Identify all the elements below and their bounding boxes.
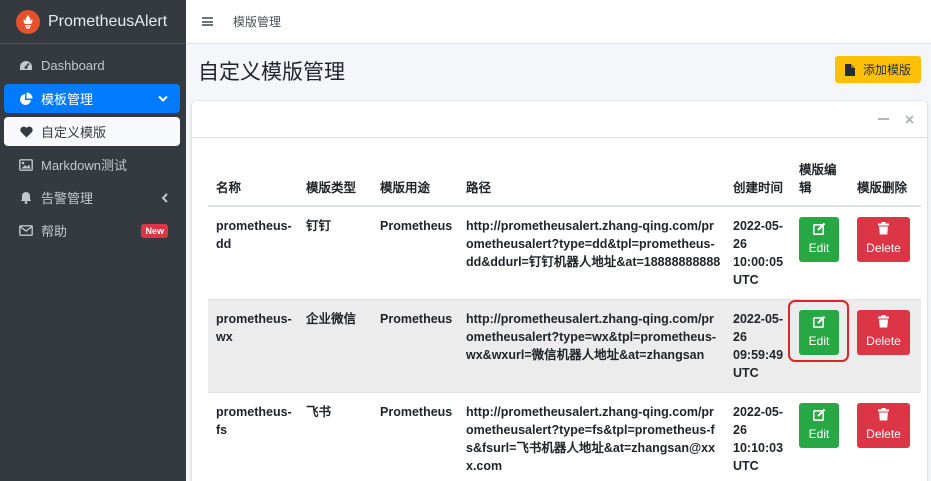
card-tools <box>877 113 915 125</box>
sidebar-item-markdown-test[interactable]: Markdown测试 <box>4 150 180 179</box>
sidebar-nav: Dashboard 模板管理 自定义模版 Markdown测试 告警管理 帮助 … <box>0 44 186 245</box>
heart-icon <box>18 126 34 138</box>
sidebar-item-dashboard[interactable]: Dashboard <box>4 51 180 80</box>
card-header <box>192 101 927 138</box>
cell-delete: Delete <box>849 299 921 393</box>
template-card: 名称 模版类型 模版用途 路径 创建时间 模版编辑 模版删除 prometheu… <box>192 101 927 481</box>
add-template-label: 添加模版 <box>862 63 911 77</box>
column-header-name: 名称 <box>208 161 298 207</box>
table-header-row: 名称 模版类型 模版用途 路径 创建时间 模版编辑 模版删除 <box>208 161 921 207</box>
cell-name: prometheus-wx <box>208 299 298 393</box>
new-badge: New <box>141 223 168 238</box>
sidebar-item-template-management[interactable]: 模板管理 <box>4 84 180 113</box>
cell-type: 企业微信 <box>298 299 372 393</box>
delete-label: Delete <box>866 427 901 441</box>
edit-icon <box>812 408 826 421</box>
column-header-use: 模版用途 <box>372 161 458 207</box>
sidebar-item-label: Markdown测试 <box>41 158 127 173</box>
edit-label: Edit <box>808 334 830 348</box>
delete-label: Delete <box>866 241 901 255</box>
edit-button[interactable]: Edit <box>799 310 839 355</box>
delete-button[interactable]: Delete <box>857 217 910 262</box>
cell-name: prometheus-dd <box>208 205 298 300</box>
chevron-left-icon <box>161 192 168 203</box>
brand[interactable]: PrometheusAlert <box>0 0 186 44</box>
tachometer-icon <box>18 60 34 72</box>
delete-button[interactable]: Delete <box>857 403 910 448</box>
cell-path: http://prometheusalert.zhang-qing.com/pr… <box>458 392 725 481</box>
envelope-icon <box>18 225 34 236</box>
menu-toggle-icon[interactable] <box>202 17 213 26</box>
topbar-link[interactable]: 模版管理 <box>233 13 281 30</box>
close-icon[interactable] <box>903 113 915 125</box>
cell-type: 钉钉 <box>298 205 372 300</box>
image-icon <box>18 158 34 171</box>
cell-created-time: 2022-05-26 09:59:49 UTC <box>725 299 791 393</box>
sidebar-item-alert-management[interactable]: 告警管理 <box>4 183 180 212</box>
sidebar-item-label: Dashboard <box>41 58 105 73</box>
chart-pie-icon <box>18 92 34 106</box>
table-row: prometheus-wx 企业微信 Prometheus http://pro… <box>208 299 921 393</box>
prometheus-logo-icon <box>16 9 40 34</box>
page-title: 自定义模版管理 <box>198 61 345 84</box>
edit-icon <box>812 222 826 235</box>
cell-path: http://prometheusalert.zhang-qing.com/pr… <box>458 299 725 393</box>
table-row: prometheus-fs 飞书 Prometheus http://prome… <box>208 392 921 481</box>
cell-created-time: 2022-05-26 10:00:05 UTC <box>725 205 791 300</box>
collapse-icon[interactable] <box>877 113 889 125</box>
edit-button[interactable]: Edit <box>799 217 839 262</box>
cell-delete: Delete <box>849 205 921 300</box>
edit-label: Edit <box>808 241 830 255</box>
sidebar-item-label: 模板管理 <box>41 92 94 107</box>
top-navbar: 模版管理 <box>186 0 931 44</box>
column-header-delete: 模版删除 <box>849 161 921 207</box>
column-header-created-time: 创建时间 <box>725 161 791 207</box>
trash-icon <box>878 408 889 421</box>
sidebar-item-help[interactable]: 帮助 New <box>4 216 180 245</box>
cell-created-time: 2022-05-26 10:10:03 UTC <box>725 392 791 481</box>
delete-button[interactable]: Delete <box>857 310 910 355</box>
cell-delete: Delete <box>849 392 921 481</box>
cell-use: Prometheus <box>372 392 458 481</box>
sidebar: PrometheusAlert Dashboard 模板管理 自定义模版 Mar… <box>0 0 186 481</box>
template-table: 名称 模版类型 模版用途 路径 创建时间 模版编辑 模版删除 prometheu… <box>208 161 921 481</box>
cell-type: 飞书 <box>298 392 372 481</box>
cell-use: Prometheus <box>372 205 458 300</box>
trash-icon <box>878 315 889 328</box>
edit-label: Edit <box>808 427 830 441</box>
cell-edit: Edit <box>791 299 849 393</box>
file-icon <box>844 63 855 76</box>
sidebar-item-custom-template[interactable]: 自定义模版 <box>4 117 180 146</box>
column-header-edit: 模版编辑 <box>791 161 849 207</box>
chevron-down-icon <box>158 95 168 102</box>
sidebar-item-label: 告警管理 <box>41 191 94 206</box>
app-title: PrometheusAlert <box>48 12 168 30</box>
table-row: prometheus-dd 钉钉 Prometheus http://prome… <box>208 205 921 300</box>
cell-edit: Edit <box>791 205 849 300</box>
delete-label: Delete <box>866 334 901 348</box>
edit-icon <box>812 315 826 328</box>
cell-use: Prometheus <box>372 299 458 393</box>
sidebar-item-label: 自定义模版 <box>41 125 107 140</box>
cell-path: http://prometheusalert.zhang-qing.com/pr… <box>458 205 725 300</box>
bell-icon <box>18 191 34 204</box>
column-header-path: 路径 <box>458 161 725 207</box>
column-header-type: 模版类型 <box>298 161 372 207</box>
cell-name: prometheus-fs <box>208 392 298 481</box>
add-template-button[interactable]: 添加模版 <box>835 56 921 83</box>
sidebar-item-label: 帮助 <box>41 224 68 239</box>
edit-button[interactable]: Edit <box>799 403 839 448</box>
cell-edit: Edit <box>791 392 849 481</box>
trash-icon <box>878 222 889 235</box>
